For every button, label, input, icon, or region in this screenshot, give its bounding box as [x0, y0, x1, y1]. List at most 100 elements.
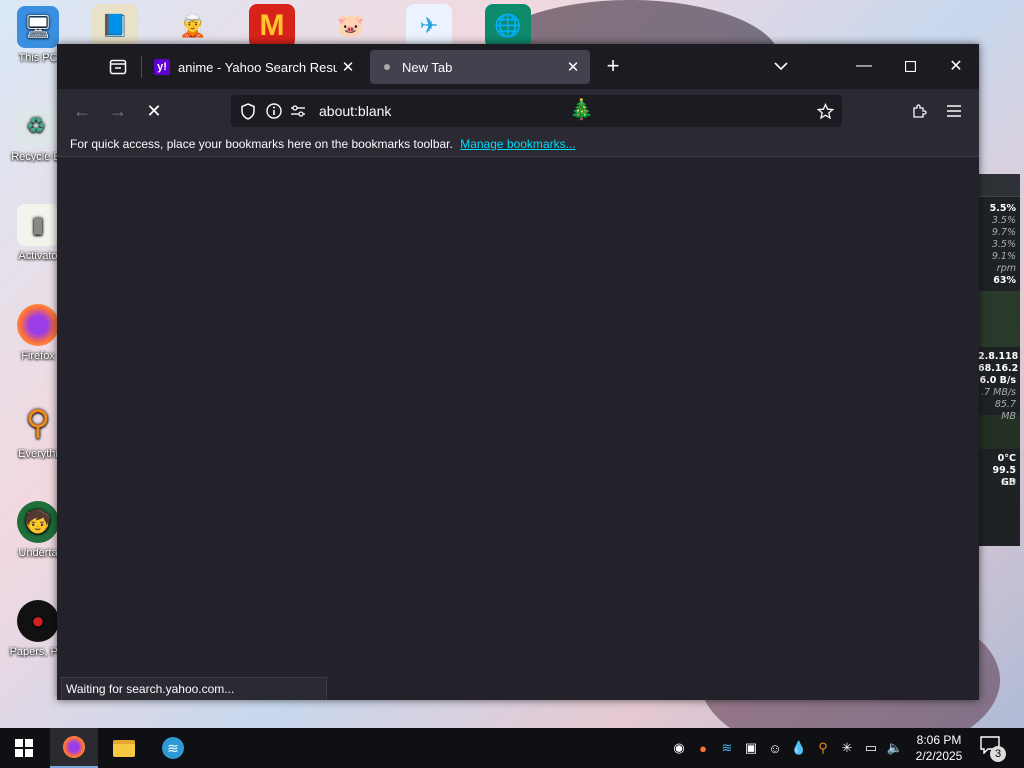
tab-separator: [141, 56, 142, 78]
system-monitor-widget: 5.5% 3.5% 9.7% 3.5% 9.1% rpm 63% 2.8.118…: [978, 174, 1020, 546]
maximize-icon: [904, 60, 916, 72]
papers-please-icon: ●: [17, 600, 59, 642]
widget-value: rpm: [996, 263, 1016, 274]
chevron-down-icon: [774, 62, 788, 70]
widget-header: [978, 174, 1020, 197]
widget-value: 68.16.2: [978, 363, 1019, 374]
app-icon: ≋: [162, 737, 184, 759]
user-icon[interactable]: ☺: [766, 739, 784, 757]
widget-value: 3.5%: [991, 239, 1016, 250]
loading-dot-icon: [384, 64, 390, 70]
firefox-tray-icon[interactable]: ●: [694, 739, 712, 757]
plus-icon: +: [606, 53, 620, 78]
christmas-tree-cursor-icon: 🎄: [569, 99, 594, 121]
mcdonalds-icon[interactable]: M: [249, 4, 295, 48]
url-text: about:blank: [319, 103, 392, 119]
close-tab-icon[interactable]: ✕: [562, 56, 584, 78]
document-app-icon[interactable]: 📘: [92, 4, 138, 48]
activator-icon: ▮: [17, 204, 59, 246]
close-tab-icon[interactable]: ✕: [337, 56, 359, 78]
close-window-button[interactable]: ✕: [933, 44, 979, 88]
firefox-view-icon: [109, 59, 127, 75]
bookmark-star-icon[interactable]: [814, 100, 836, 122]
screen-icon[interactable]: ▣: [742, 739, 760, 757]
tab-title: anime - Yahoo Search Results: [178, 59, 337, 75]
widget-value: 5.5%: [989, 203, 1016, 214]
widget-value: 9.7%: [991, 227, 1016, 238]
minimize-icon: —: [856, 57, 872, 74]
pig-game-icon[interactable]: 🐷: [328, 4, 374, 48]
extensions-button[interactable]: [904, 97, 934, 125]
bookmarks-empty-message: For quick access, place your bookmarks h…: [70, 137, 453, 151]
bookmarks-toolbar: For quick access, place your bookmarks h…: [57, 133, 979, 157]
widget-graph: [978, 291, 1020, 347]
firefox-icon: [17, 304, 59, 346]
forward-button[interactable]: →: [103, 97, 133, 125]
clock-time: 8:06 PM: [916, 733, 962, 747]
recycle-bin-icon: ♻: [15, 105, 57, 147]
widget-value: 6.0 B/s: [979, 375, 1016, 386]
back-button[interactable]: ←: [67, 97, 97, 125]
volume-icon[interactable]: 🔈: [886, 739, 904, 757]
navigation-toolbar: ← → ✕ about:blank 🎄: [57, 89, 979, 133]
search-tray-icon[interactable]: ⚲: [814, 739, 832, 757]
list-all-tabs-button[interactable]: [769, 54, 793, 78]
widget-value: 99.5 GB: [992, 465, 1016, 488]
globe-app-icon[interactable]: 🌐: [485, 4, 531, 48]
widget-value: 3.5%: [991, 215, 1016, 226]
page-content-area[interactable]: Waiting for search.yahoo.com...: [57, 157, 979, 700]
widget-value: 85.7 MB: [994, 399, 1016, 422]
clock-date: 2/2/2025: [915, 749, 963, 763]
tab-title: New Tab: [402, 59, 453, 75]
tab-bar: y! anime - Yahoo Search Results ✕ New Ta…: [57, 44, 979, 89]
widget-value: 0°C: [997, 453, 1016, 464]
widget-value: 2.8.118: [978, 351, 1019, 362]
minimize-button[interactable]: —: [841, 44, 887, 88]
windows-logo-icon: [15, 739, 33, 757]
hamburger-menu-icon: [947, 105, 961, 117]
browser-window: y! anime - Yahoo Search Results ✕ New Ta…: [57, 44, 979, 700]
stop-loading-button[interactable]: ✕: [139, 97, 169, 125]
droplet-icon[interactable]: 💧: [790, 739, 808, 757]
arrow-left-icon: ←: [73, 100, 91, 121]
firefox-view-button[interactable]: [103, 52, 133, 82]
widget-value: 1.0: [1000, 477, 1016, 488]
yahoo-favicon-icon: y!: [154, 59, 170, 75]
telegram-icon[interactable]: ✈: [406, 4, 452, 48]
taskbar-firefox[interactable]: [50, 728, 98, 768]
tab-new-tab[interactable]: New Tab ✕: [370, 50, 590, 84]
tracking-protection-shield-icon[interactable]: [237, 100, 259, 122]
taskbar-file-explorer[interactable]: [100, 728, 148, 768]
firefox-icon: [63, 736, 85, 758]
manage-bookmarks-link[interactable]: Manage bookmarks...: [460, 137, 575, 151]
stop-icon: ✕: [146, 100, 162, 121]
new-tab-button[interactable]: +: [601, 53, 625, 78]
network-icon[interactable]: ▭: [862, 739, 880, 757]
tab-yahoo-search[interactable]: y! anime - Yahoo Search Results ✕: [145, 50, 365, 84]
status-panel: Waiting for search.yahoo.com...: [61, 677, 327, 700]
pixel-character-icon[interactable]: 🧝: [170, 4, 216, 48]
widget-value: 9.1%: [991, 251, 1016, 262]
wifi-icon[interactable]: ◉: [670, 739, 688, 757]
permissions-icon[interactable]: [287, 100, 309, 122]
brightness-icon[interactable]: ✳: [838, 739, 856, 757]
this-pc-icon: 🖥: [17, 6, 59, 48]
widget-value: 63%: [993, 275, 1016, 286]
site-info-icon[interactable]: [263, 100, 285, 122]
undertale-icon: 🧒: [17, 501, 59, 543]
file-explorer-icon: [113, 739, 135, 757]
everything-search-icon: ⚲: [25, 404, 51, 442]
taskbar-app[interactable]: ≋: [149, 728, 197, 768]
puzzle-icon: [913, 104, 927, 118]
app-menu-button[interactable]: [939, 97, 969, 125]
start-button[interactable]: [0, 728, 48, 768]
app-tray-icon[interactable]: ≋: [718, 739, 736, 757]
widget-value: .7 MB/s: [981, 387, 1016, 398]
arrow-right-icon: →: [109, 100, 127, 121]
maximize-button[interactable]: [887, 44, 933, 88]
taskbar-clock[interactable]: 8:06 PM 2/2/2025: [908, 732, 970, 764]
taskbar: ≋ ◉ ● ≋ ▣ ☺ 💧 ⚲ ✳ ▭ 🔈 8:06 PM 2/2/2025 3: [0, 728, 1024, 768]
close-icon: ✕: [949, 58, 963, 75]
address-bar[interactable]: about:blank 🎄: [231, 95, 842, 127]
notification-count-badge: 3: [990, 746, 1006, 762]
